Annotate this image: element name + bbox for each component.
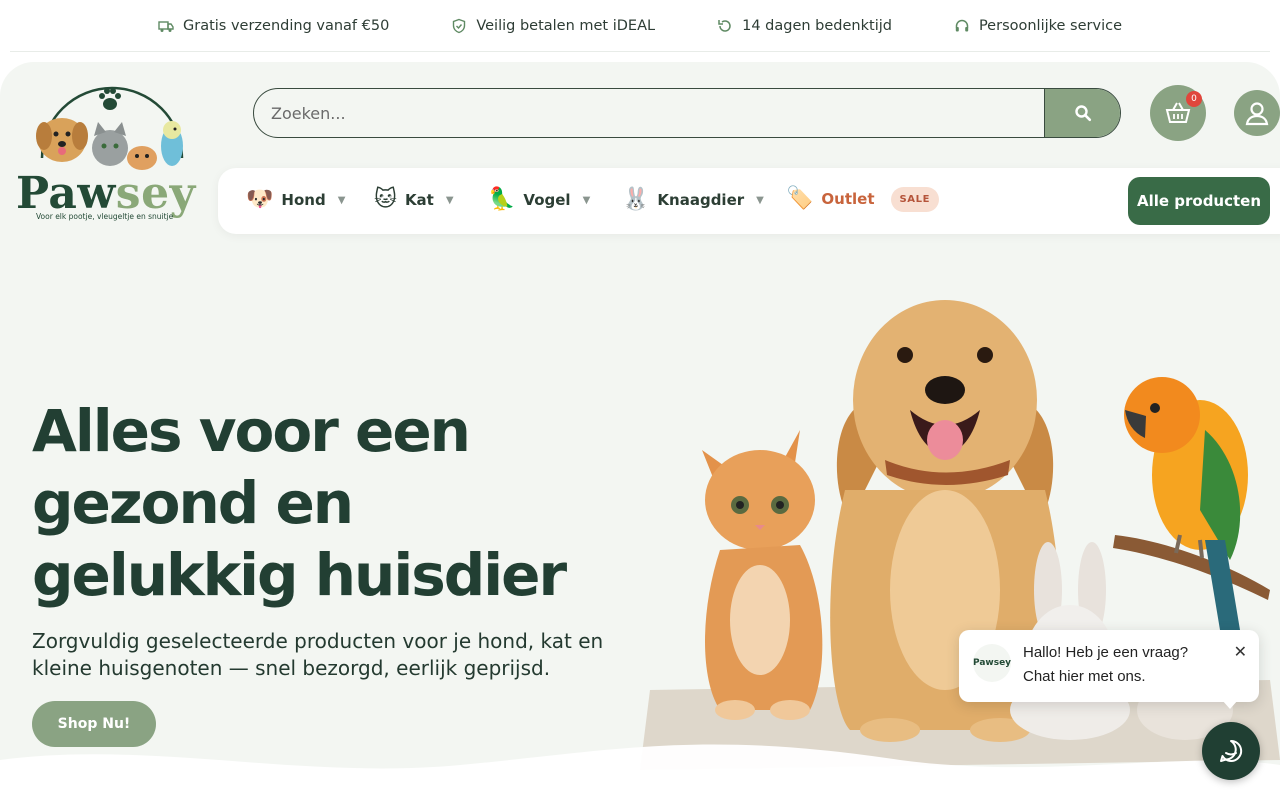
- parrot-image: [1124, 377, 1248, 630]
- headset-icon: [955, 19, 969, 31]
- hero-title-line-3: gelukkig huisdier: [32, 541, 567, 609]
- hero-title-line-2: gezond en: [32, 469, 354, 537]
- nav-item-kat[interactable]: 🐱 Kat ▼: [374, 186, 454, 214]
- close-icon[interactable]: ✕: [1234, 642, 1247, 661]
- nav-item-vogel[interactable]: 🦜 Vogel ▼: [488, 186, 590, 214]
- truck-icon: [158, 20, 174, 32]
- chat-avatar-logo: Pawsey: [973, 644, 1011, 682]
- decorative-wave: [0, 744, 1280, 800]
- hero-title: Alles voor een gezond en gelukkig huisdi…: [32, 395, 652, 611]
- hero-subtitle-line-2: kleine huisgenoten — snel bezorgd, eerli…: [32, 656, 551, 680]
- dog-icon: 🐶: [246, 187, 274, 212]
- chat-popup[interactable]: Pawsey Hallo! Heb je een vraag? Chat hie…: [959, 630, 1259, 702]
- hero-subtitle: Zorgvuldig geselecteerde producten voor …: [32, 628, 632, 682]
- kitten-image: [702, 430, 823, 720]
- chat-icon: [1220, 739, 1243, 762]
- usp-shipping-text: Gratis verzending vanaf €50: [183, 17, 390, 34]
- hero-title-line-1: Alles voor een: [32, 397, 471, 465]
- return-arrow-icon: [718, 19, 731, 32]
- chat-greeting: Hallo! Heb je een vraag?: [1023, 644, 1189, 661]
- cat-icon: 🐱: [374, 187, 397, 212]
- nav-item-vogel-label: Vogel: [523, 191, 571, 209]
- chevron-down-icon: ▼: [445, 194, 454, 206]
- search-bar: [253, 88, 1121, 138]
- chevron-down-icon: ▼: [582, 194, 591, 206]
- sale-badge: SALE: [890, 186, 940, 212]
- usp-return-text: 14 dagen bedenktijd: [742, 17, 892, 34]
- bird-icon: 🦜: [488, 187, 516, 212]
- chevron-down-icon: ▼: [756, 194, 764, 206]
- usp-service-text: Persoonlijke service: [978, 17, 1122, 34]
- account-button[interactable]: [1234, 90, 1280, 136]
- shield-check-icon: [453, 18, 466, 33]
- usp-service: Persoonlijke service: [954, 18, 1122, 34]
- usp-bar: Gratis verzending vanaf €50 Veilig betal…: [10, 0, 1270, 52]
- tag-icon: 🏷️: [786, 186, 814, 211]
- chat-prompt: Chat hier met ons.: [1023, 668, 1146, 685]
- chat-popup-tail: [1222, 700, 1238, 709]
- usp-shipping: Gratis verzending vanaf €50: [158, 18, 389, 34]
- rabbit-icon: 🐰: [622, 187, 650, 212]
- nav-item-hond-label: Hond: [281, 191, 326, 209]
- nav-item-hond[interactable]: 🐶 Hond ▼: [246, 186, 345, 214]
- logo-pets-illustration: [36, 86, 184, 170]
- nav-item-kat-label: Kat: [404, 191, 434, 209]
- search-icon: [1074, 105, 1091, 122]
- hero-subtitle-line-1: Zorgvuldig geselecteerde producten voor …: [32, 629, 604, 653]
- logo-tagline: Voor elk pootje, vleugeltje en snuitje: [36, 212, 174, 221]
- user-icon: [1245, 102, 1269, 126]
- search-button[interactable]: [1044, 89, 1120, 137]
- usp-payment-text: Veilig betalen met iDEAL: [476, 17, 656, 34]
- category-nav: 🐶 Hond ▼ 🐱 Kat ▼ 🦜 Vogel ▼ 🐰 Knaagdier ▼…: [218, 168, 1280, 234]
- search-input[interactable]: [254, 89, 1044, 137]
- usp-payment: Veilig betalen met iDEAL: [451, 18, 655, 34]
- nav-item-outlet-label: Outlet: [821, 190, 875, 208]
- nav-item-knaagdier-label: Knaagdier: [657, 191, 745, 209]
- chevron-down-icon: ▼: [337, 194, 346, 206]
- nav-item-knaagdier[interactable]: 🐰 Knaagdier ▼: [622, 186, 764, 214]
- cart-button[interactable]: 0: [1150, 85, 1206, 141]
- cart-count-badge: 0: [1186, 91, 1202, 107]
- usp-return: 14 dagen bedenktijd: [717, 18, 892, 34]
- nav-item-outlet[interactable]: 🏷️ Outlet SALE: [786, 185, 940, 213]
- all-products-button[interactable]: Alle producten: [1128, 177, 1270, 225]
- chat-launcher-button[interactable]: [1202, 722, 1260, 780]
- pawsey-logo[interactable]: Pawsey Voor elk pootje, vleugeltje en sn…: [14, 78, 206, 238]
